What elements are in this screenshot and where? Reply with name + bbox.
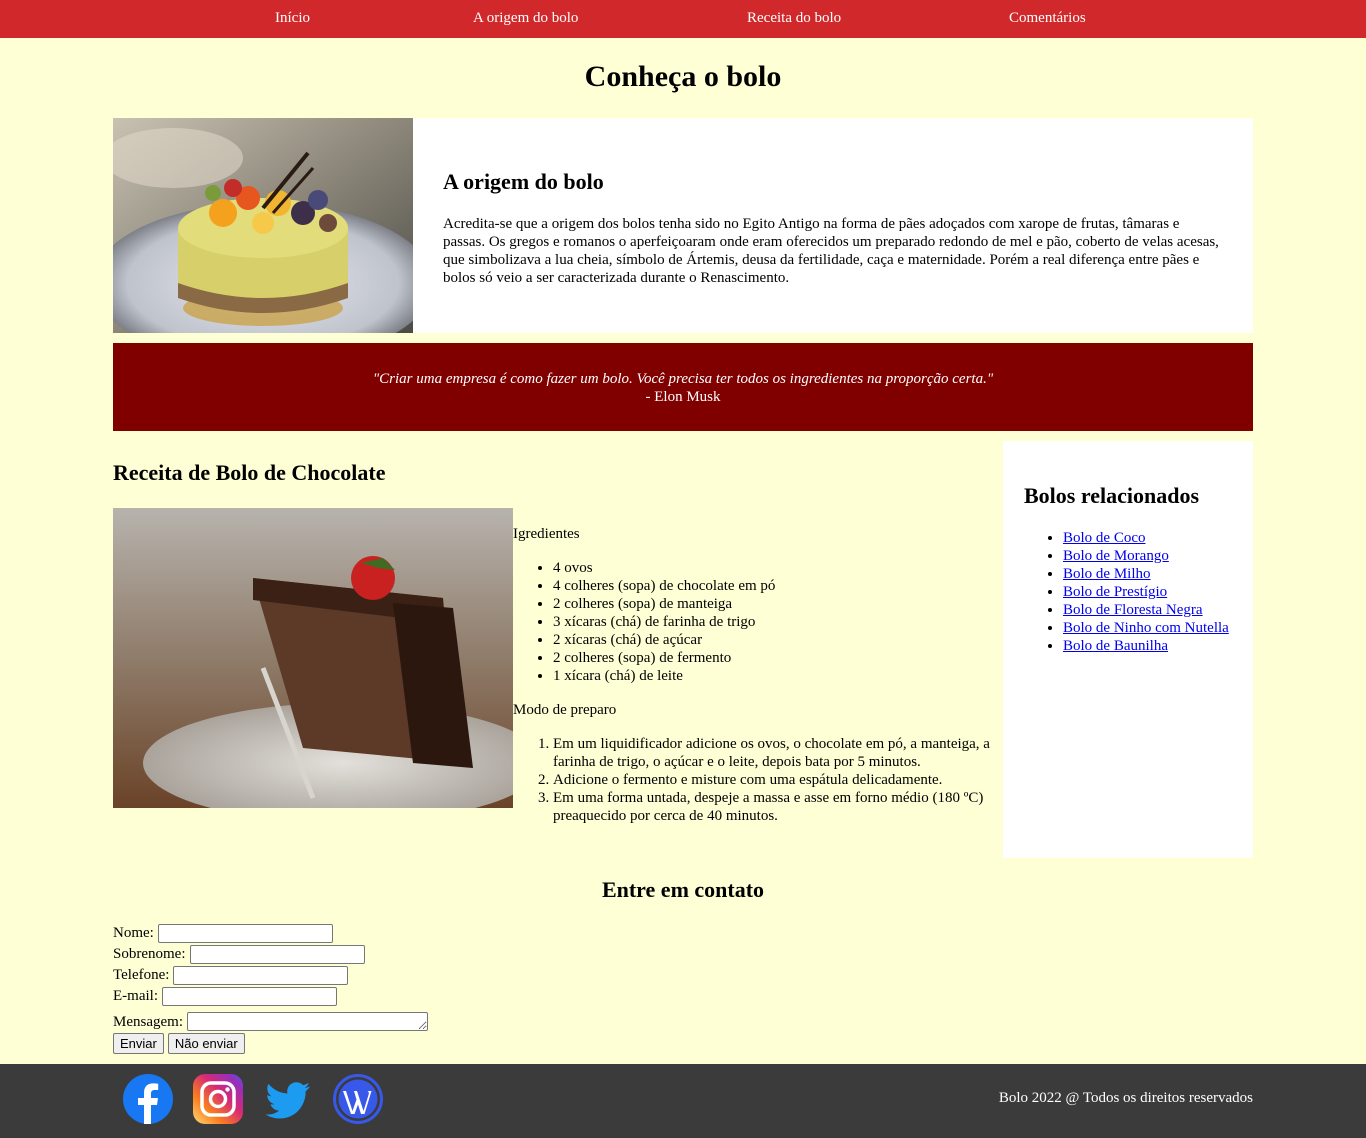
mensagem-field[interactable] [186,1012,428,1031]
recipe-title: Receita de Bolo de Chocolate [113,460,386,485]
method-label: Modo de preparo [513,702,617,718]
form-buttons: Enviar Não enviar [113,1033,428,1054]
related-link-morango[interactable]: Bolo de Morango [1063,548,1169,564]
list-item: 2 colheres (sopa) de manteiga [553,595,993,613]
origin-section: A origem do bolo Acredita-se que a orige… [113,118,1253,333]
submit-button[interactable]: Enviar [113,1033,164,1054]
related-cakes-sidebar: Bolos relacionados Bolo de Coco Bolo de … [1003,441,1253,858]
list-item: Bolo de Coco [1063,529,1263,547]
footer: Bolo 2022 @ Todos os direitos reservados [0,1064,1366,1138]
list-item: 4 ovos [553,559,993,577]
sobrenome-field[interactable] [189,945,365,964]
nav-link-inicio[interactable]: Início [275,10,310,27]
steps-list: Em um liquidificador adicione os ovos, o… [513,735,993,825]
form-row: E-mail: [113,986,428,1007]
top-navigation: Início A origem do bolo Receita do bolo … [0,0,1366,38]
mensagem-label: Mensagem: [113,1014,183,1030]
sidebar-title: Bolos relacionados [1024,483,1200,508]
origin-text: Acredita-se que a origem dos bolos tenha… [443,216,1219,286]
list-item: Bolo de Morango [1063,547,1263,565]
form-row: Nome: [113,923,428,944]
instagram-icon[interactable] [193,1074,243,1124]
copyright-text: Bolo 2022 @ Todos os direitos reservados [998,1090,1253,1106]
form-row: Mensagem: [113,1007,428,1031]
nome-label: Nome: [113,925,154,941]
related-link-floresta-negra[interactable]: Bolo de Floresta Negra [1063,602,1203,618]
email-label: E-mail: [113,988,158,1004]
related-link-coco[interactable]: Bolo de Coco [1063,530,1146,546]
list-item: Bolo de Milho [1063,565,1263,583]
form-row: Sobrenome: [113,944,428,965]
list-item: 4 colheres (sopa) de chocolate em pó [553,577,993,595]
chocolate-cake-image [113,508,513,808]
list-item: Em um liquidificador adicione os ovos, o… [553,735,993,771]
ingredients-list: 4 ovos 4 colheres (sopa) de chocolate em… [513,559,993,685]
page-title: Conheça o bolo [584,60,782,93]
reset-button[interactable]: Não enviar [167,1033,245,1054]
quote-author: - Elon Musk [645,389,721,405]
quote-banner: "Criar uma empresa é como fazer um bolo.… [113,343,1253,431]
contact-form: Nome: Sobrenome: Telefone: E-mail: Mensa… [113,923,428,1054]
email-field[interactable] [162,987,337,1006]
nav-link-receita[interactable]: Receita do bolo [747,10,841,27]
list-item: 1 xícara (chá) de leite [553,667,993,685]
quote-text: "Criar uma empresa é como fazer um bolo.… [372,371,994,387]
nav-link-comentarios[interactable]: Comentários [1009,10,1086,27]
wordpress-icon[interactable] [333,1074,383,1124]
related-link-baunilha[interactable]: Bolo de Baunilha [1063,638,1168,654]
list-item: 3 xícaras (chá) de farinha de trigo [553,613,993,631]
recipe-details: Igredientes 4 ovos 4 colheres (sopa) de … [513,525,993,841]
twitter-icon[interactable] [263,1074,313,1124]
list-item: Bolo de Floresta Negra [1063,601,1263,619]
fruit-cake-image [113,118,413,333]
related-link-milho[interactable]: Bolo de Milho [1063,566,1151,582]
related-links-list: Bolo de Coco Bolo de Morango Bolo de Mil… [1023,529,1263,655]
list-item: Bolo de Ninho com Nutella [1063,619,1263,637]
facebook-icon[interactable] [123,1074,173,1124]
contact-title: Entre em contato [601,877,765,902]
related-link-prestigio[interactable]: Bolo de Prestígio [1063,584,1167,600]
related-link-ninho-nutella[interactable]: Bolo de Ninho com Nutella [1063,620,1229,636]
list-item: Em uma forma untada, despeje a massa e a… [553,789,993,825]
origin-title: A origem do bolo [443,169,604,194]
list-item: 2 colheres (sopa) de fermento [553,649,993,667]
nav-link-origem[interactable]: A origem do bolo [473,10,578,27]
list-item: Bolo de Prestígio [1063,583,1263,601]
nome-field[interactable] [157,924,333,943]
sobrenome-label: Sobrenome: [113,946,186,962]
telefone-label: Telefone: [113,967,170,983]
telefone-field[interactable] [173,966,349,985]
form-row: Telefone: [113,965,428,986]
list-item: 2 xícaras (chá) de açúcar [553,631,993,649]
list-item: Adicione o fermento e misture com uma es… [553,771,993,789]
list-item: Bolo de Baunilha [1063,637,1263,655]
ingredients-label: Igredientes [513,526,580,542]
